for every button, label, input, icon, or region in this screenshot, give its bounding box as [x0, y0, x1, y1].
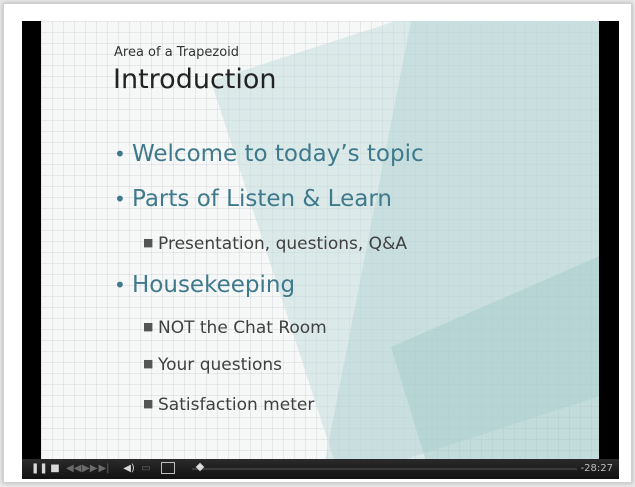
fullscreen-icon[interactable]	[161, 462, 175, 474]
bullet-item: • Parts of Listen & Learn	[114, 186, 392, 212]
fast-forward-icon[interactable]: ▶|	[98, 462, 110, 476]
square-bullet-icon: ■	[143, 236, 154, 249]
sub-bullet-item: ■ NOT the Chat Room	[143, 318, 327, 338]
bullet-icon: •	[114, 187, 126, 211]
previous-icon[interactable]: ◀◀	[66, 462, 81, 476]
seek-bar[interactable]	[192, 468, 577, 470]
sub-bullet-item: ■ Your questions	[143, 355, 282, 375]
slide-title: Introduction	[113, 64, 277, 95]
bullet-text: Parts of Listen & Learn	[132, 186, 392, 212]
next-icon[interactable]: ▶▶	[82, 462, 97, 476]
video-player[interactable]: Area of a Trapezoid Introduction • Welcom…	[22, 21, 619, 479]
pause-icon[interactable]: ❚❚	[31, 462, 48, 476]
volume-icon[interactable]: ◀)	[123, 462, 135, 476]
bullet-text: Presentation, questions, Q&A	[158, 234, 407, 254]
square-bullet-icon: ■	[143, 397, 154, 410]
bullet-text: Your questions	[158, 355, 282, 375]
slide-subtitle: Area of a Trapezoid	[114, 45, 240, 60]
slide: Area of a Trapezoid Introduction • Welcom…	[41, 21, 599, 459]
bullet-text: Welcome to today’s topic	[132, 141, 424, 167]
player-controls: ❚❚ ■ ◀◀ ▶▶ ▶| ◀) ▭ -28:27	[22, 459, 619, 479]
bullet-text: Housekeeping	[132, 272, 296, 298]
sub-bullet-item: ■ Satisfaction meter	[143, 395, 314, 415]
captions-icon[interactable]: ▭	[140, 462, 152, 476]
bullet-icon: •	[114, 273, 126, 297]
bullet-text: Satisfaction meter	[158, 395, 315, 415]
square-bullet-icon: ■	[143, 320, 154, 333]
time-remaining: -28:27	[580, 463, 613, 474]
square-bullet-icon: ■	[143, 357, 154, 370]
bullet-item: • Housekeeping	[114, 272, 295, 298]
bullet-icon: •	[114, 142, 126, 166]
presentation-window: Area of a Trapezoid Introduction • Welcom…	[3, 3, 632, 483]
bullet-item: • Welcome to today’s topic	[114, 141, 424, 167]
stop-icon[interactable]: ■	[50, 462, 60, 476]
sub-bullet-item: ■ Presentation, questions, Q&A	[143, 234, 407, 254]
bullet-text: NOT the Chat Room	[158, 318, 327, 338]
